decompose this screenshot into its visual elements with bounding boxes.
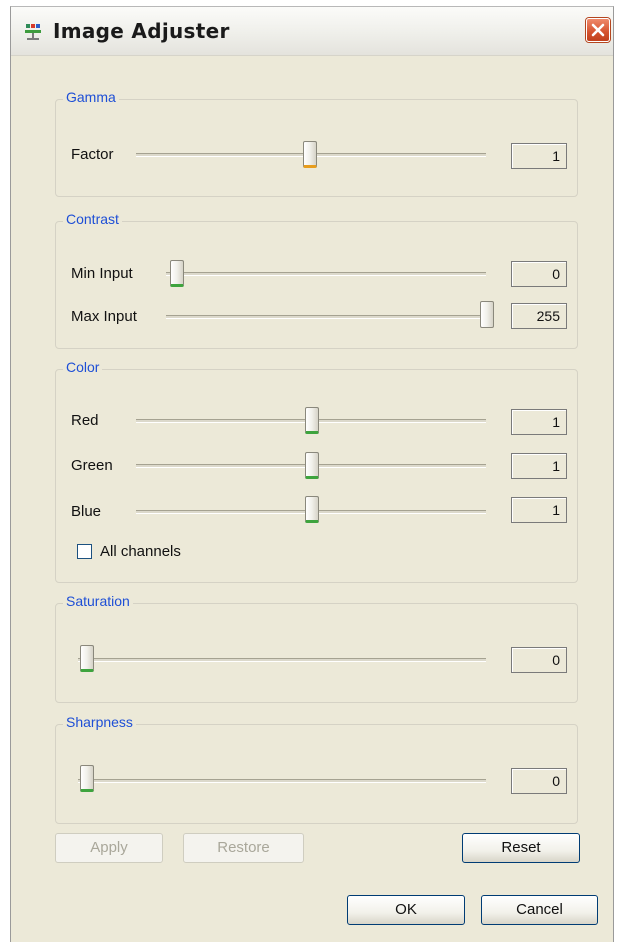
window-title: Image Adjuster	[53, 19, 230, 43]
red-label: Red	[71, 412, 99, 429]
sharpness-group: Sharpness 0	[55, 714, 578, 824]
blue-value-box[interactable]: 1	[511, 497, 567, 523]
min-input-slider-thumb[interactable]	[170, 260, 184, 287]
reset-button[interactable]: Reset	[462, 833, 580, 863]
saturation-slider-track[interactable]	[78, 658, 486, 662]
gamma-group-label: Gamma	[63, 89, 119, 105]
green-label: Green	[71, 457, 113, 474]
close-icon	[591, 23, 605, 37]
app-icon	[23, 22, 43, 42]
max-input-slider-track[interactable]	[166, 315, 486, 319]
blue-slider-thumb[interactable]	[305, 496, 319, 523]
min-input-value-box[interactable]: 0	[511, 261, 567, 287]
sharpness-slider-thumb[interactable]	[80, 765, 94, 792]
image-adjuster-window: Image Adjuster Gamma Factor 1 Contrast M…	[10, 6, 614, 942]
green-value-box[interactable]: 1	[511, 453, 567, 479]
sharpness-slider-track[interactable]	[78, 779, 486, 783]
ok-button[interactable]: OK	[347, 895, 465, 925]
max-input-label: Max Input	[71, 308, 137, 325]
sharpness-value-box[interactable]: 0	[511, 768, 567, 794]
contrast-group-label: Contrast	[63, 211, 122, 227]
saturation-value-box[interactable]: 0	[511, 647, 567, 673]
green-slider-thumb[interactable]	[305, 452, 319, 479]
factor-slider-thumb[interactable]	[303, 141, 317, 168]
blue-label: Blue	[71, 503, 102, 520]
color-group-label: Color	[63, 359, 103, 375]
max-input-value-box[interactable]: 255	[511, 303, 567, 329]
restore-button[interactable]: Restore	[183, 833, 304, 863]
red-slider-thumb[interactable]	[305, 407, 319, 434]
gamma-group: Gamma Factor 1	[55, 89, 578, 197]
sharpness-group-label: Sharpness	[63, 714, 136, 730]
apply-button[interactable]: Apply	[55, 833, 163, 863]
close-button[interactable]	[586, 18, 610, 42]
max-input-slider-thumb[interactable]	[480, 301, 494, 328]
contrast-group: Contrast Min Input 0 Max Input 255	[55, 211, 578, 349]
min-input-slider-track[interactable]	[166, 272, 486, 276]
factor-value-box[interactable]: 1	[511, 143, 567, 169]
title-bar[interactable]: Image Adjuster	[11, 7, 613, 56]
red-value-box[interactable]: 1	[511, 409, 567, 435]
all-channels-label[interactable]: All channels	[100, 543, 181, 560]
saturation-group: Saturation 0	[55, 593, 578, 703]
cancel-button[interactable]: Cancel	[481, 895, 598, 925]
color-group: Color Red 1 Green 1 Blue 1 All channels	[55, 359, 578, 583]
min-input-label: Min Input	[71, 265, 133, 282]
all-channels-checkbox[interactable]	[77, 544, 92, 559]
saturation-group-label: Saturation	[63, 593, 133, 609]
factor-label: Factor	[71, 146, 114, 163]
saturation-slider-thumb[interactable]	[80, 645, 94, 672]
